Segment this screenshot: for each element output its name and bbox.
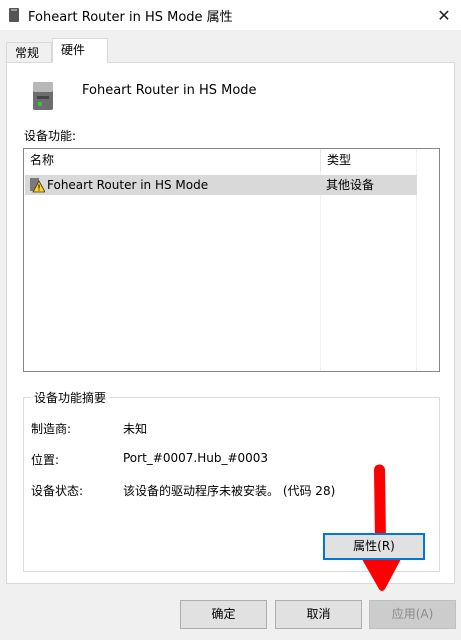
column-type-header[interactable]: 类型 [320, 149, 416, 171]
device-name: Foheart Router in HS Mode [82, 83, 257, 98]
cancel-button[interactable]: 取消 [275, 600, 362, 629]
device-icon [9, 8, 19, 22]
properties-button[interactable]: 属性(R) [323, 533, 425, 560]
device-function-name: Foheart Router in HS Mode [47, 178, 209, 192]
window-title: Foheart Router in HS Mode 属性 [28, 10, 233, 25]
device-functions-list[interactable]: 名称 类型 Foheart Router in HS Mode 其他设备 [23, 148, 440, 372]
manufacturer-value: 未知 [123, 422, 148, 436]
hardware-panel: Foheart Router in HS Mode 设备功能: 名称 类型 Fo… [6, 62, 455, 591]
functions-label: 设备功能: [24, 129, 77, 143]
list-header: 名称 类型 [24, 149, 439, 171]
location-label: 位置: [31, 453, 60, 467]
summary-title: 设备功能摘要 [31, 389, 110, 406]
apply-button[interactable]: 应用(A) [369, 600, 456, 629]
red-arrow-pointer [354, 464, 409, 591]
location-value: Port_#0007.Hub_#0003 [123, 451, 269, 465]
list-item[interactable]: Foheart Router in HS Mode 其他设备 [25, 175, 417, 195]
usb-device-icon [33, 82, 53, 110]
warning-icon [30, 178, 45, 193]
device-function-type: 其他设备 [326, 178, 375, 192]
manufacturer-label: 制造商: [31, 422, 72, 436]
ok-button[interactable]: 确定 [180, 600, 267, 629]
close-button[interactable]: ✕ [427, 0, 461, 30]
tab-hardware[interactable]: 硬件 [52, 38, 108, 63]
tab-general[interactable]: 常规 [6, 42, 52, 62]
device-status-label: 设备状态: [31, 484, 84, 498]
title-bar: Foheart Router in HS Mode 属性 ✕ [0, 0, 461, 30]
device-status-value: 该设备的驱动程序未被安装。 (代码 28) [123, 484, 336, 498]
column-name-header[interactable]: 名称 [24, 149, 320, 171]
close-icon: ✕ [437, 5, 451, 25]
